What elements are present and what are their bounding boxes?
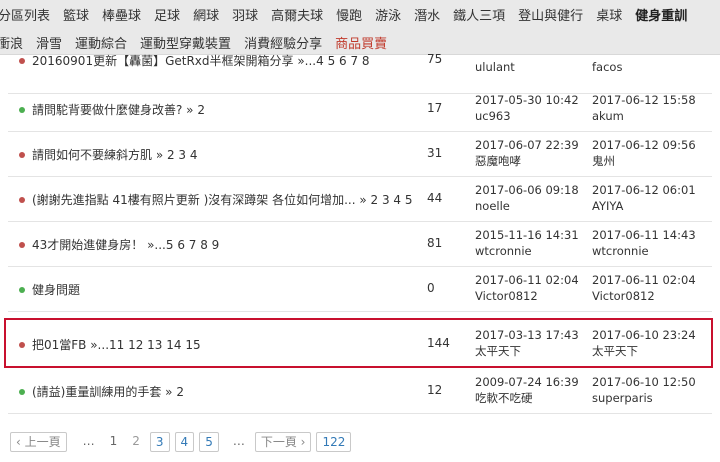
nav-item-6[interactable]: 高爾夫球 [271,5,323,24]
nav-item-4[interactable]: 網球 [193,5,219,24]
author-link[interactable]: Victor0812 [475,288,538,304]
table-row: 請問如何不要練斜方肌 » 2 3 4 31 2017-06-07 22:39 惡… [8,132,712,177]
nav-item-11[interactable]: 登山與健行 [518,5,583,24]
last-page-link[interactable]: 122 [316,432,352,452]
highlight-box [4,318,713,368]
nav-item-2[interactable]: 棒壘球 [102,5,141,24]
author-link[interactable]: noelle [475,198,510,214]
last-reply-time: 2017-06-11 02:04 [592,273,696,287]
author-link[interactable]: wtcronnie [475,243,532,259]
created-time: 2017-05-30 10:42 [475,93,579,107]
last-reply-user-link[interactable]: superparis [592,390,653,406]
status-dot [19,197,25,203]
reply-count: 12 [427,383,443,397]
thread-title-link[interactable]: 43才開始進健身房！ »...5 6 7 8 9 [32,236,219,253]
created-time: 2017-06-06 09:18 [475,183,579,197]
created-time: 2017-06-07 22:39 [475,138,579,152]
status-dot [19,389,25,395]
category-nav: 分區列表 籃球 棒壘球 足球 網球 羽球 高爾夫球 慢跑 游泳 潛水 鐵人三項 … [0,0,720,55]
reply-count: 44 [427,191,443,205]
table-row: 43才開始進健身房！ »...5 6 7 8 9 81 2015-11-16 1… [8,222,712,267]
nav-item-9[interactable]: 潛水 [414,5,440,24]
last-reply-time: 2017-06-11 14:43 [592,228,696,242]
thread-title-link[interactable]: (請益)重量訓練用的手套 » 2 [32,383,184,400]
next-page-button[interactable]: 下一頁 › [254,432,312,452]
nav-item-0[interactable]: 分區列表 [0,5,50,24]
last-reply-time: 2017-06-12 09:56 [592,138,696,152]
pagination: ‹ 上一頁 … 1 2 3 4 5 … 下一頁 › 122 [10,432,356,452]
last-reply-time: 2017-06-10 12:50 [592,375,696,389]
author-link[interactable]: ululant [475,59,515,75]
nav-item-7[interactable]: 慢跑 [336,5,362,24]
author-link[interactable]: 惡魔咆哮 [475,153,521,169]
nav-item-8[interactable]: 游泳 [375,5,401,24]
page-link-3[interactable]: 3 [149,432,170,452]
status-dot [19,107,25,113]
nav-item-5[interactable]: 羽球 [232,5,258,24]
created-time: 2015-11-16 14:31 [475,228,579,242]
thread-title-link[interactable]: 20160901更新【轟菌】GetRxd半框架開箱分享 »...4 5 6 7 … [32,52,370,69]
page-current-2: 2 [127,432,145,452]
reply-count: 31 [427,146,443,160]
category-nav-row-1: 分區列表 籃球 棒壘球 足球 網球 羽球 高爾夫球 慢跑 游泳 潛水 鐵人三項 … [0,2,700,26]
created-time: 2009-07-24 16:39 [475,375,579,389]
last-reply-user-link[interactable]: facos [592,59,622,75]
nav-item-12[interactable]: 桌球 [596,5,622,24]
status-dot [19,287,25,293]
pager-ellipsis: … [77,432,100,452]
thread-title-link[interactable]: 請問駝背要做什麼健身改善? » 2 [32,101,205,118]
reply-count: 17 [427,101,443,115]
author-link[interactable]: 吃軟不吃硬 [475,390,533,406]
thread-title-link[interactable]: (謝謝先進指點 41樓有照片更新 )沒有深蹲架 各位如何增加... » 2 3 … [32,191,412,208]
last-reply-user-link[interactable]: Victor0812 [592,288,655,304]
table-row: 健身問題 0 2017-06-11 02:04 Victor0812 2017-… [8,267,712,312]
nav-item-active[interactable]: 健身重訓 [635,5,687,24]
reply-count: 75 [427,52,443,66]
author-link[interactable]: uc963 [475,108,511,124]
last-reply-user-link[interactable]: wtcronnie [592,243,649,259]
table-row: (請益)重量訓練用的手套 » 2 12 2009-07-24 16:39 吃軟不… [8,369,712,414]
table-row: 請問駝背要做什麼健身改善? » 2 17 2017-05-30 10:42 uc… [8,87,712,132]
last-reply-user-link[interactable]: AYIYA [592,198,623,214]
pager-ellipsis-2: … [227,432,250,452]
prev-page-button[interactable]: ‹ 上一頁 [10,432,67,452]
thread-title-link[interactable]: 請問如何不要練斜方肌 » 2 3 4 [32,146,198,163]
status-dot [19,58,25,64]
last-reply-user-link[interactable]: 鬼州 [592,153,615,169]
page-link-5[interactable]: 5 [199,432,219,452]
nav-item-3[interactable]: 足球 [154,5,180,24]
page-link-4[interactable]: 4 [174,432,195,452]
page-link-1[interactable]: 1 [104,432,123,452]
reply-count: 81 [427,236,443,250]
last-reply-time: 2017-06-12 06:01 [592,183,696,197]
nav-item-1[interactable]: 籃球 [63,5,89,24]
last-reply-time: 2017-06-12 15:58 [592,93,696,107]
created-time: 2017-06-11 02:04 [475,273,579,287]
status-dot [19,152,25,158]
thread-title-link[interactable]: 健身問題 [32,281,80,298]
status-dot [19,242,25,248]
nav-item-10[interactable]: 鐵人三項 [453,5,505,24]
last-reply-user-link[interactable]: akum [592,108,624,124]
reply-count: 0 [427,281,435,295]
table-row: (謝謝先進指點 41樓有照片更新 )沒有深蹲架 各位如何增加... » 2 3 … [8,177,712,222]
